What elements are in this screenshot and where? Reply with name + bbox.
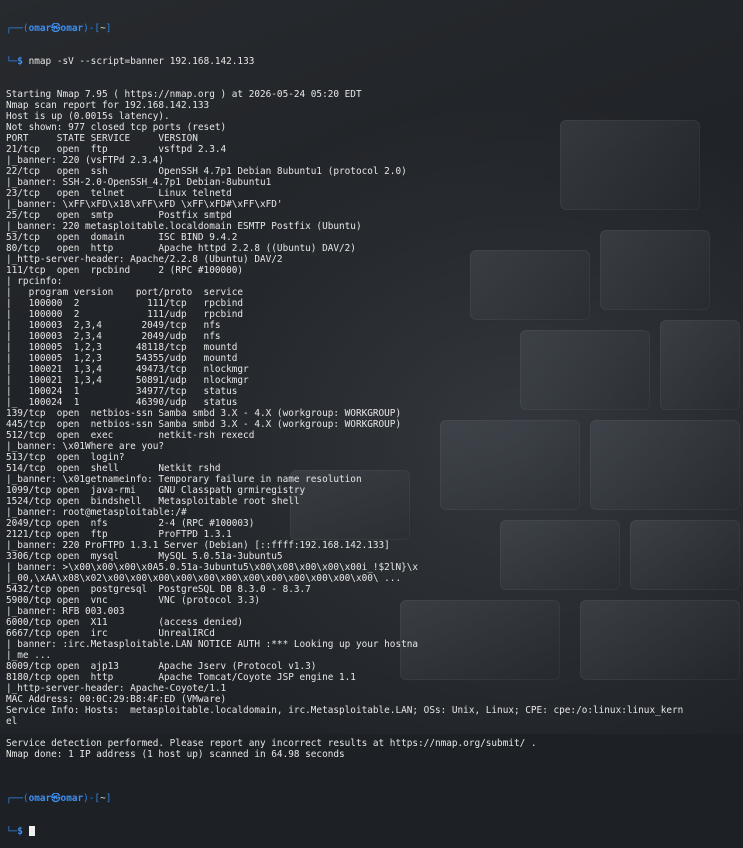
output-line: | 100005 1,2,3 48118/tcp mountd xyxy=(6,342,238,353)
prompt-header-2: ┌──(omar㉿omar)-[~] xyxy=(6,793,112,804)
output-line: MAC Address: 00:0C:29:B8:4F:ED (VMware) xyxy=(6,694,227,705)
output-line: 445/tcp open netbios-ssn Samba smbd 3.X … xyxy=(6,419,402,430)
output-line: Host is up (0.0015s latency). xyxy=(6,111,170,122)
terminal-output[interactable]: ┌──(omar㉿omar)-[~] └─$ nmap -sV --script… xyxy=(0,0,743,837)
command-text: nmap -sV --script=banner 192.168.142.133 xyxy=(28,56,255,67)
output-line: Service detection performed. Please repo… xyxy=(6,738,537,749)
output-line: | 100021 1,3,4 50891/udp nlockmgr xyxy=(6,375,249,386)
output-line: |_me ... xyxy=(6,650,52,661)
output-line: 514/tcp open shell Netkit rshd xyxy=(6,463,221,474)
prompt-host-2: omar xyxy=(60,793,84,804)
output-line: | banner: :irc.Metasploitable.LAN NOTICE… xyxy=(6,639,419,650)
output-line: 139/tcp open netbios-ssn Samba smbd 3.X … xyxy=(6,408,402,419)
output-line: |_banner: \x01getnameinfo: Temporary fai… xyxy=(6,474,362,485)
command-output: Starting Nmap 7.95 ( https://nmap.org ) … xyxy=(6,89,737,771)
output-line: |_http-server-header: Apache/2.2.8 (Ubun… xyxy=(6,254,283,265)
output-line: Not shown: 977 closed tcp ports (reset) xyxy=(6,122,227,133)
output-line: 53/tcp open domain ISC BIND 9.4.2 xyxy=(6,232,238,243)
output-line: Starting Nmap 7.95 ( https://nmap.org ) … xyxy=(6,89,362,100)
output-line: 5900/tcp open vnc VNC (protocol 3.3) xyxy=(6,595,260,606)
output-line: | 100003 2,3,4 2049/tcp nfs xyxy=(6,320,221,331)
output-line: |_00,\xAA\x08\x02\x00\x00\x00\x00\x00\x0… xyxy=(6,573,402,584)
output-line: Nmap scan report for 192.168.142.133 xyxy=(6,100,210,111)
output-line: |_banner: RFB 003.003 xyxy=(6,606,125,617)
output-line: | program version port/proto service xyxy=(6,287,244,298)
prompt-symbol-2: ㉿ xyxy=(51,793,61,804)
prompt-symbol: ㉿ xyxy=(51,23,61,34)
output-line: 25/tcp open smtp Postfix smtpd xyxy=(6,210,232,221)
output-line: | banner: >\x00\x00\x00\x0A5.0.51a-3ubun… xyxy=(6,562,419,573)
prompt-header: ┌──(omar㉿omar)-[~] xyxy=(6,23,112,34)
output-line: |_banner: \xFF\xFD\x18\xFF\xFD \xFF\xFD#… xyxy=(6,199,283,210)
output-line: |_banner: root@metasploitable:/# xyxy=(6,507,187,518)
output-line: |_http-server-header: Apache-Coyote/1.1 xyxy=(6,683,227,694)
output-line: el xyxy=(6,716,18,727)
output-line: 3306/tcp open mysql MySQL 5.0.51a-3ubunt… xyxy=(6,551,283,562)
output-line: 22/tcp open ssh OpenSSH 4.7p1 Debian 8ub… xyxy=(6,166,407,177)
prompt-user-2: omar xyxy=(28,793,52,804)
output-line: 80/tcp open http Apache httpd 2.2.8 ((Ub… xyxy=(6,243,356,254)
output-line: |_banner: 220 (vsFTPd 2.3.4) xyxy=(6,155,165,166)
output-line: 2049/tcp open nfs 2-4 (RPC #100003) xyxy=(6,518,255,529)
output-line: 111/tcp open rpcbind 2 (RPC #100000) xyxy=(6,265,244,276)
output-line: | 100005 1,2,3 54355/udp mountd xyxy=(6,353,238,364)
output-line: 2121/tcp open ftp ProFTPD 1.3.1 xyxy=(6,529,232,540)
output-line: 1524/tcp open bindshell Metasploitable r… xyxy=(6,496,300,507)
output-line: | rpcinfo: xyxy=(6,276,63,287)
output-line: |_banner: SSH-2.0-OpenSSH_4.7p1 Debian-8… xyxy=(6,177,272,188)
output-line: 23/tcp open telnet Linux telnetd xyxy=(6,188,232,199)
output-line: Nmap done: 1 IP address (1 host up) scan… xyxy=(6,749,345,760)
output-line: Service Info: Hosts: metasploitable.loca… xyxy=(6,705,684,716)
output-line: | 100000 2 111/tcp rpcbind xyxy=(6,298,244,309)
output-line: 512/tcp open exec netkit-rsh rexecd xyxy=(6,430,255,441)
output-line: 8180/tcp open http Apache Tomcat/Coyote … xyxy=(6,672,356,683)
output-line: 8009/tcp open ajp13 Apache Jserv (Protoc… xyxy=(6,661,317,672)
output-line: PORT STATE SERVICE VERSION xyxy=(6,133,198,144)
output-line: | 100000 2 111/udp rpcbind xyxy=(6,309,244,320)
output-line: 513/tcp open login? xyxy=(6,452,125,463)
output-line: |_banner: 220 metasploitable.localdomain… xyxy=(6,221,362,232)
prompt-user: omar xyxy=(28,23,52,34)
output-line: 6667/tcp open irc UnrealIRCd xyxy=(6,628,215,639)
output-line: 1099/tcp open java-rmi GNU Classpath grm… xyxy=(6,485,306,496)
text-cursor xyxy=(28,826,35,836)
output-line: 21/tcp open ftp vsftpd 2.3.4 xyxy=(6,144,227,155)
output-line: | 100024 1 34977/tcp status xyxy=(6,386,238,397)
output-line: 5432/tcp open postgresql PostgreSQL DB 8… xyxy=(6,584,311,595)
command-line-2[interactable]: └─$ xyxy=(6,826,737,837)
output-line: |_banner: 220 ProFTPD 1.3.1 Server (Debi… xyxy=(6,540,390,551)
output-line: |_ 100024 1 46390/udp status xyxy=(6,397,238,408)
output-line: | 100003 2,3,4 2049/udp nfs xyxy=(6,331,221,342)
command-line: └─$ nmap -sV --script=banner 192.168.142… xyxy=(6,56,255,67)
output-line: | 100021 1,3,4 49473/tcp nlockmgr xyxy=(6,364,249,375)
output-line: 6000/tcp open X11 (access denied) xyxy=(6,617,244,628)
prompt-host: omar xyxy=(60,23,84,34)
output-line: |_banner: \x01Where are you? xyxy=(6,441,165,452)
